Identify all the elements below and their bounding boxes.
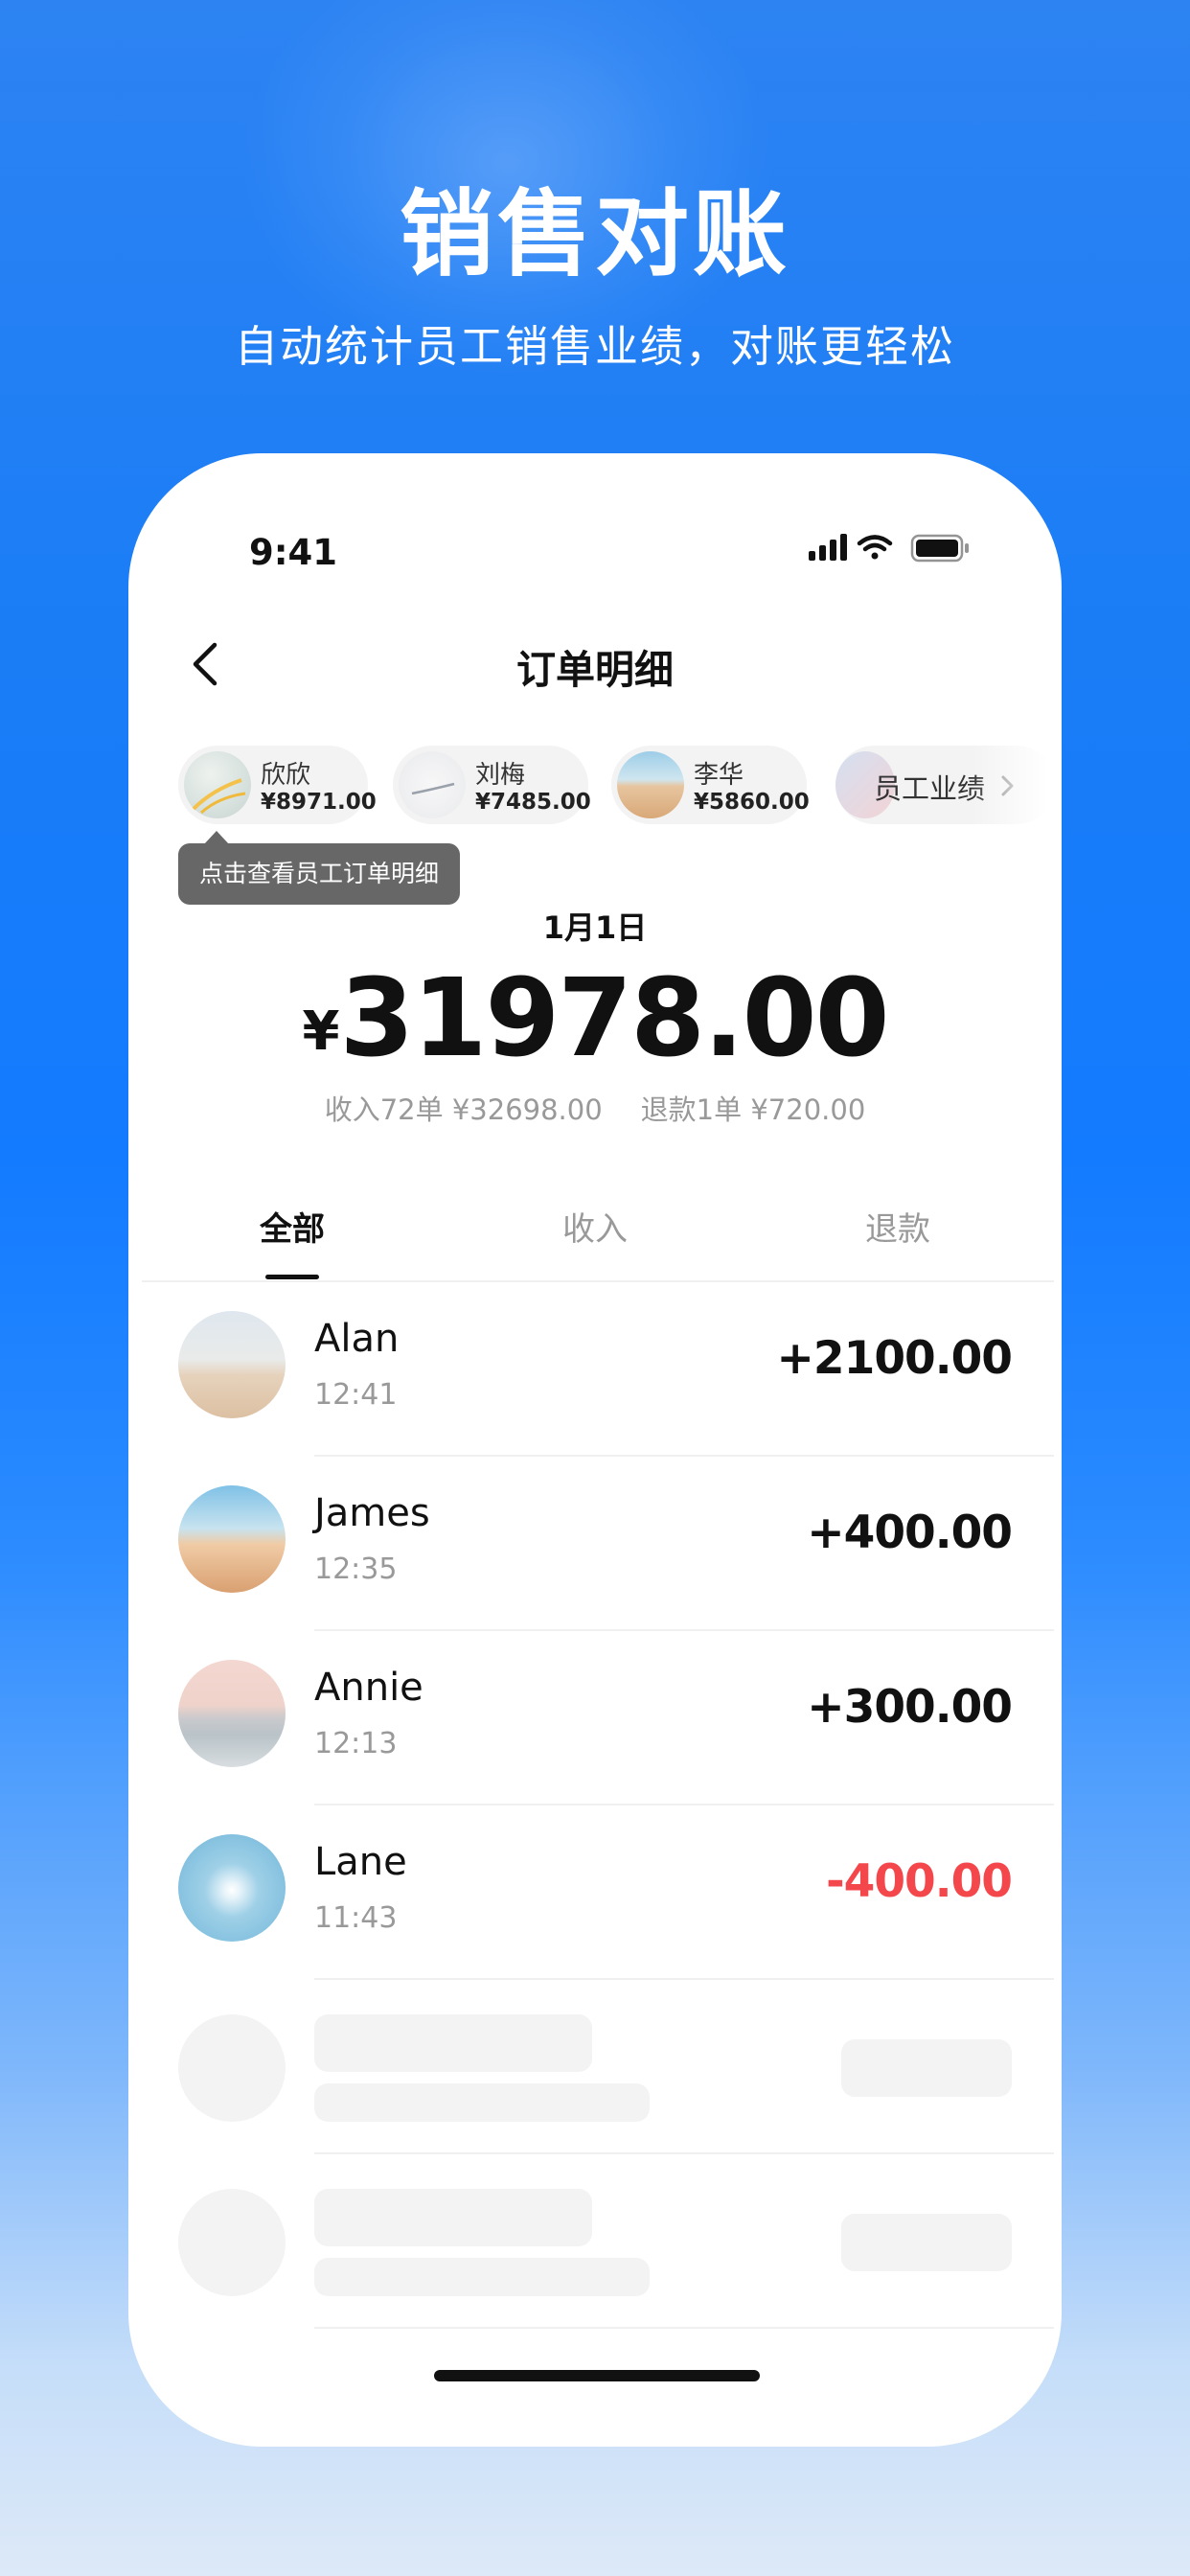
order-customer-name: James [314,1491,430,1535]
employee-amount: ¥8971.00 [261,790,377,815]
order-customer-name: Lane [314,1840,407,1884]
skeleton-row [128,2154,1062,2329]
employee-chip-liumei[interactable]: 刘梅 ¥7485.00 [393,746,591,824]
phone-screen: 9:41 订单明细 欣欣 ¥8971.00 刘梅 ¥7485.00 李华 ¥58… [128,453,1062,2447]
tab-all[interactable]: 全部 [196,1203,388,1250]
page-title: 订单明细 [516,647,674,693]
employee-amount: ¥7485.00 [475,790,591,815]
order-amount: -400.00 [826,1855,1013,1908]
chip-scroll-fade [972,736,1062,832]
order-amount: +300.00 [807,1681,1013,1734]
order-amount: +2100.00 [776,1332,1013,1385]
order-time: 12:41 [314,1378,398,1412]
hero-title: 销售对账 [399,180,790,289]
status-time: 9:41 [249,532,338,573]
total-value: 31978.00 [339,956,889,1081]
divider [314,2327,1054,2329]
date-label: 1月1日 [542,909,648,946]
order-customer-name: Annie [314,1666,423,1710]
avatar [617,751,684,818]
employee-name: 李华 [694,761,744,790]
status-icons [809,532,972,568]
wifi-icon [857,535,893,560]
employee-performance-label: 员工业绩 [874,772,986,805]
order-time: 12:35 [314,1552,398,1586]
skeleton-line [314,2189,592,2246]
avatar [178,1485,286,1593]
skeleton-line [314,2083,650,2122]
home-indicator[interactable] [434,2370,760,2381]
hero-subtitle: 自动统计员工销售业绩，对账更轻松 [234,321,955,372]
order-row[interactable]: James 12:35 +400.00 [128,1457,1062,1631]
avatar [178,1834,286,1942]
employee-name: 欣欣 [261,761,311,790]
order-amount: +400.00 [807,1506,1013,1559]
refund-summary: 退款1单 ¥720.00 [640,1093,866,1126]
employee-name: 刘梅 [475,761,526,790]
order-time: 11:43 [314,1901,398,1935]
skeleton-amount [841,2039,1012,2097]
tab-active-indicator [265,1275,319,1279]
currency-symbol: ¥ [302,1000,340,1063]
income-summary: 收入72单 ¥32698.00 [324,1093,603,1126]
order-time: 12:13 [314,1727,398,1760]
avatar [178,1660,286,1767]
avatar [184,751,251,818]
skeleton-avatar [178,2014,286,2122]
tooltip-arrow [204,831,229,844]
tooltip: 点击查看员工订单明细 [178,843,460,905]
order-customer-name: Alan [314,1317,400,1361]
summary-breakdown: 收入72单 ¥32698.00 退款1单 ¥720.00 [128,1088,1062,1128]
signal-icon [809,534,847,561]
skeleton-amount [841,2214,1012,2271]
order-row[interactable]: Alan 12:41 +2100.00 [128,1282,1062,1457]
avatar [399,751,466,818]
employee-amount: ¥5860.00 [694,790,810,815]
avatar [178,1311,286,1418]
battery-icon [910,534,969,563]
tab-income[interactable]: 收入 [499,1203,691,1250]
order-row[interactable]: Lane 11:43 -400.00 [128,1806,1062,1980]
skeleton-avatar [178,2189,286,2296]
tab-refund[interactable]: 退款 [802,1203,994,1250]
skeleton-row [128,1980,1062,2154]
employee-chip-lihua[interactable]: 李华 ¥5860.00 [611,746,810,824]
order-row[interactable]: Annie 12:13 +300.00 [128,1631,1062,1806]
skeleton-line [314,2258,650,2296]
employee-chip-xinxin[interactable]: 欣欣 ¥8971.00 [178,746,377,824]
skeleton-line [314,2014,592,2072]
total-amount: ¥31978.00 [128,956,1062,1081]
